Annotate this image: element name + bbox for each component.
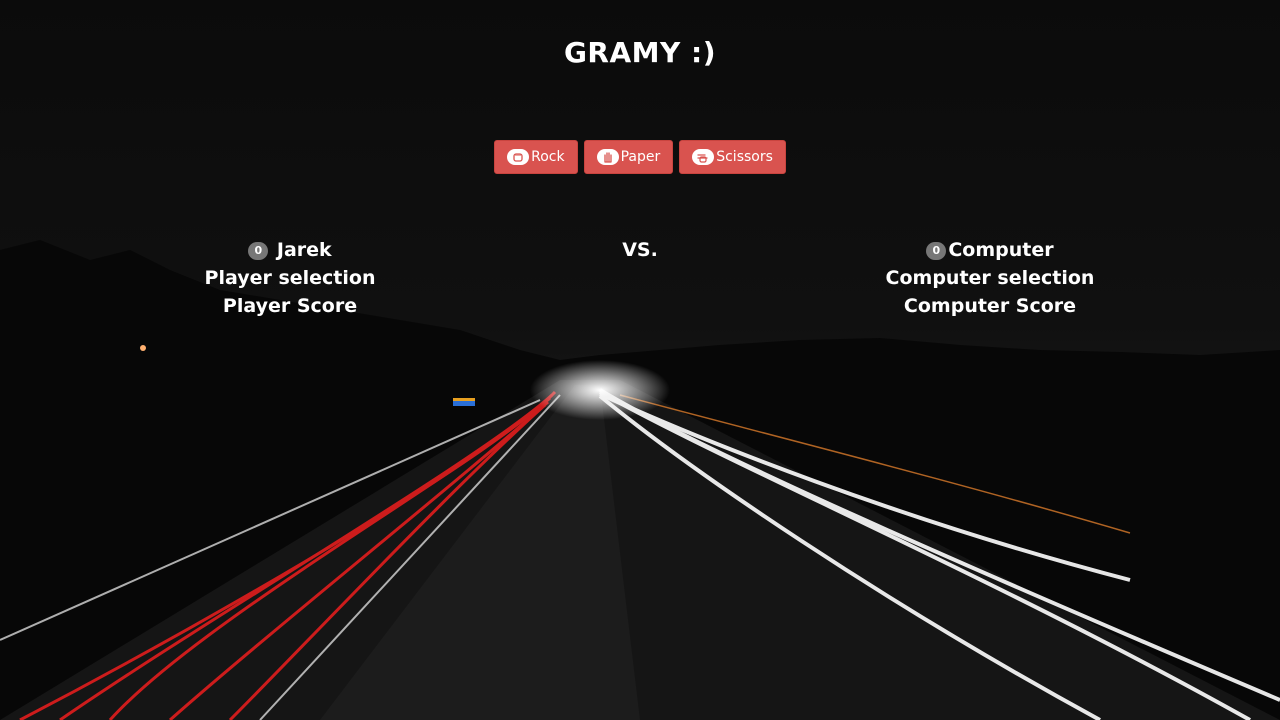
player-panel: 0 Jarek Player selection Player Score <box>130 236 450 320</box>
computer-name-row: 0 Computer <box>830 236 1150 264</box>
computer-panel: 0 Computer Computer selection Computer Sc… <box>830 236 1150 320</box>
computer-selection: Computer selection <box>885 267 1095 289</box>
scissors-button-label: Scissors <box>716 149 773 165</box>
computer-score-label: Computer Score <box>903 295 1077 317</box>
computer-name: Computer <box>948 239 1054 261</box>
hand-paper-icon <box>596 149 619 165</box>
hand-scissors-icon <box>692 149 715 165</box>
background-highway-photo <box>0 0 1280 720</box>
player-selection: Player selection <box>204 267 376 289</box>
hand-rock-icon <box>507 149 530 165</box>
page-title: GRAMY :) <box>563 36 717 69</box>
rock-button-label: Rock <box>531 149 565 165</box>
rock-button[interactable]: Rock <box>494 140 578 174</box>
player-name-row: 0 Jarek <box>130 236 450 264</box>
computer-score-badge: 0 <box>926 241 947 260</box>
player-score-badge: 0 <box>248 241 269 260</box>
choice-buttons: Rock Paper Scissors <box>0 140 1280 174</box>
paper-button-label: Paper <box>620 149 661 165</box>
scissors-button[interactable]: Scissors <box>679 140 786 174</box>
paper-button[interactable]: Paper <box>583 140 674 174</box>
versus-label: VS. <box>622 239 658 261</box>
player-score-label: Player Score <box>222 295 358 317</box>
player-name: Jarek <box>276 239 332 261</box>
